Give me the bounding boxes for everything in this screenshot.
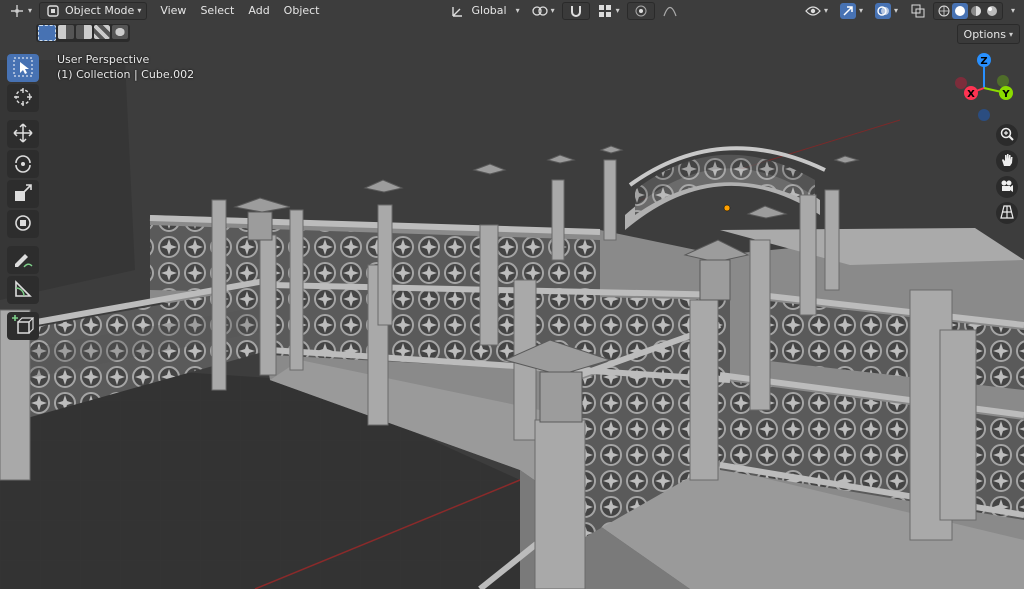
menu-object[interactable]: Object — [277, 2, 327, 20]
z-axis-label: Z — [980, 56, 987, 67]
options-label: Options — [963, 27, 1006, 41]
grid-icon — [1000, 204, 1014, 222]
visibility-button[interactable]: ▾ — [800, 2, 833, 20]
viewport-info: User Perspective (1) Collection | Cube.0… — [57, 52, 194, 82]
snap-toggle[interactable] — [561, 1, 590, 20]
orientation-icon — [450, 3, 466, 19]
select-invert-icon[interactable] — [94, 25, 110, 39]
move-tool[interactable] — [7, 120, 39, 148]
pivot-icon — [531, 3, 548, 19]
mode-selector[interactable]: Object Mode ▾ — [39, 1, 148, 20]
magnet-icon — [568, 3, 584, 19]
chevron-down-icon: ▾ — [28, 6, 33, 15]
transform-tool[interactable] — [7, 210, 39, 238]
hand-icon — [1000, 153, 1014, 170]
add-cube-icon — [12, 314, 35, 339]
viewport-header: ▾ Object Mode ▾ View Select Add Object G… — [0, 0, 1024, 21]
solid-shading-icon[interactable] — [951, 2, 968, 19]
chevron-down-icon: ▾ — [893, 6, 898, 15]
overlays-toggle[interactable]: ▾ — [870, 2, 903, 20]
cursor-tool[interactable] — [7, 84, 39, 112]
proportional-edit-toggle[interactable] — [626, 1, 655, 20]
chevron-down-icon: ▾ — [823, 6, 828, 15]
annotate-tool[interactable] — [7, 246, 39, 274]
gizmo-icon — [839, 2, 856, 19]
transform-icon — [12, 212, 34, 237]
orientation-label: Global — [471, 4, 507, 17]
axis-editor-icon — [9, 3, 25, 19]
xray-toggle[interactable] — [905, 2, 931, 20]
chevron-down-icon: ▾ — [550, 6, 555, 15]
pan-button[interactable] — [996, 150, 1018, 172]
chevron-down-icon: ▾ — [1008, 29, 1013, 39]
pivot-point-button[interactable]: ▾ — [527, 2, 560, 20]
camera-icon — [1000, 179, 1014, 196]
projection-toggle-button[interactable] — [996, 202, 1018, 224]
editor-type-button[interactable]: ▾ — [4, 2, 37, 20]
navigation-gizmo[interactable]: Z Y X — [946, 50, 1024, 128]
options-dropdown[interactable]: Options ▾ — [956, 24, 1020, 44]
pencil-icon — [12, 248, 34, 273]
3d-viewport[interactable]: ▾ Object Mode ▾ View Select Add Object G… — [0, 0, 1024, 589]
transform-orientation-selector[interactable]: Global ▾ — [445, 2, 525, 20]
y-axis-label: Y — [1001, 89, 1010, 100]
select-subtract-icon[interactable] — [76, 25, 92, 39]
scene-render — [0, 0, 1024, 589]
tool-shelf — [5, 52, 41, 342]
camera-view-button[interactable] — [996, 176, 1018, 198]
scale-tool[interactable] — [7, 180, 39, 208]
crosshair-icon — [12, 86, 34, 111]
select-intersect-icon[interactable] — [112, 25, 128, 39]
overlays-icon — [874, 2, 891, 19]
shading-options-button[interactable]: ▾ — [1005, 2, 1018, 20]
select-box-tool[interactable] — [7, 54, 39, 82]
view-name: User Perspective — [57, 53, 150, 66]
scale-icon — [12, 182, 34, 207]
chevron-down-icon: ▾ — [1010, 6, 1015, 15]
chevron-down-icon: ▾ — [615, 6, 620, 15]
rotate-tool[interactable] — [7, 150, 39, 178]
material-shading-icon[interactable] — [968, 3, 984, 19]
mode-label: Object Mode — [65, 4, 135, 17]
eye-icon — [805, 3, 821, 19]
proportional-icon — [633, 3, 649, 19]
snap-grid-icon — [597, 3, 613, 19]
rendered-shading-icon[interactable] — [984, 3, 1000, 19]
menu-view[interactable]: View — [153, 2, 193, 20]
measure-tool[interactable] — [7, 276, 39, 304]
select-new-icon[interactable] — [38, 25, 56, 41]
chevron-down-icon: ▾ — [137, 6, 142, 15]
menu-select[interactable]: Select — [193, 2, 241, 20]
falloff-button[interactable] — [657, 2, 683, 20]
rotate-icon — [12, 152, 34, 177]
move-arrows-icon — [12, 122, 34, 147]
object-mode-icon — [45, 3, 61, 19]
select-extend-icon[interactable] — [58, 25, 74, 39]
xray-icon — [910, 3, 926, 19]
x-axis-label: X — [967, 89, 975, 100]
selection-mode-group — [36, 24, 130, 42]
chevron-down-icon: ▾ — [858, 6, 863, 15]
add-cube-tool[interactable] — [7, 312, 39, 340]
gizmo-toggle[interactable]: ▾ — [835, 2, 868, 20]
wireframe-shading-icon[interactable] — [936, 3, 952, 19]
zoom-icon — [1000, 127, 1014, 144]
active-object-info: (1) Collection | Cube.002 — [57, 68, 195, 81]
falloff-curve-icon — [662, 3, 678, 19]
chevron-down-icon: ▾ — [515, 6, 520, 15]
snap-target-button[interactable]: ▾ — [592, 2, 625, 20]
menu-add[interactable]: Add — [241, 2, 276, 20]
zoom-button[interactable] — [996, 124, 1018, 146]
select-cursor-icon — [12, 56, 34, 81]
shading-modes — [932, 1, 1003, 20]
ruler-icon — [12, 278, 34, 303]
